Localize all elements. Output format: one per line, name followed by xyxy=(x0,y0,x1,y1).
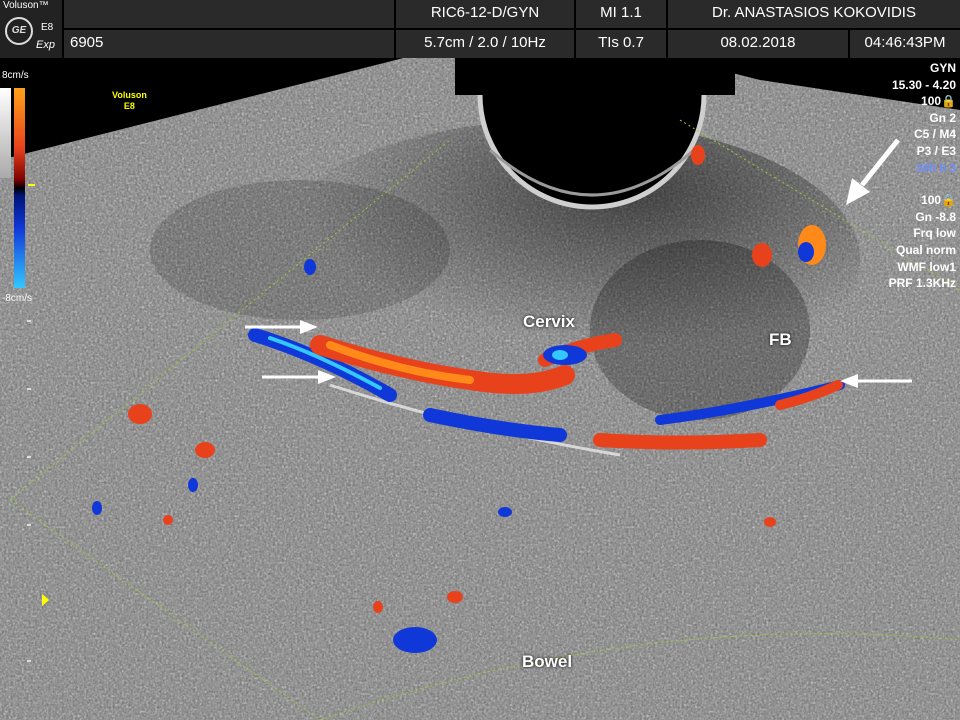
watermark-line1: Voluson xyxy=(112,90,147,100)
baseline-marker xyxy=(28,184,35,186)
preset-label: GYN xyxy=(929,61,956,75)
depth-marker xyxy=(27,320,31,322)
c-m-value: C5 / M4 xyxy=(913,127,956,142)
p-e-value: P3 / E3 xyxy=(916,143,956,158)
voluson-watermark: Voluson E8 xyxy=(112,90,147,112)
physician-name: Dr. ANASTASIOS KOKOVIDIS xyxy=(668,0,960,28)
cf-gain-value: Gn -8.8 xyxy=(915,209,956,224)
velocity-scale-top: 8cm/s xyxy=(2,70,29,81)
label-fb: FB xyxy=(769,330,792,349)
quality-value: Qual norm xyxy=(895,242,956,257)
velocity-scale-bottom: -8cm/s xyxy=(2,293,32,304)
depth-info: 5.7cm / 2.0 / 10Hz xyxy=(396,30,574,58)
mi-value: MI 1.1 xyxy=(576,0,666,28)
velocity-color-bar xyxy=(14,88,25,288)
label-cervix: Cervix xyxy=(523,312,575,331)
patient-id: 6905 xyxy=(64,30,394,58)
depth-marker xyxy=(27,660,31,662)
focus-marker-icon xyxy=(42,594,49,606)
settings-panel: GYN 15.30 - 4.20 100🔒 Gn 2 C5 / M4 P3 / … xyxy=(889,60,956,292)
ge-logo-icon: GE xyxy=(5,17,33,45)
depth-marker xyxy=(27,524,31,526)
brand-name: Voluson™ xyxy=(3,0,49,11)
header-blank xyxy=(64,0,394,28)
prf-value: PRF 1.3KHz xyxy=(888,276,956,291)
tis-value: TIs 0.7 xyxy=(576,30,666,58)
probe-name: RIC6-12-D/GYN xyxy=(396,0,574,28)
wmf-value: WMF low1 xyxy=(897,259,956,274)
depth-marker xyxy=(27,388,31,390)
model-label: E8 xyxy=(41,22,54,33)
watermark-line2: E8 xyxy=(123,101,135,111)
mode-label: Exp xyxy=(36,39,55,51)
depth-marker xyxy=(27,456,31,458)
exam-time: 04:46:43PM xyxy=(850,30,960,58)
exam-date: 08.02.2018 xyxy=(668,30,848,58)
sri-value: SRI II 3 xyxy=(915,160,956,175)
cf-power-value: 100🔒 xyxy=(921,193,956,208)
grey-scale-bar xyxy=(0,88,11,178)
header-bar: Voluson™ GE E8 Exp RIC6-12-D/GYN MI 1.1 … xyxy=(0,0,960,58)
label-bowel: Bowel xyxy=(522,652,573,671)
freq-range: 15.30 - 4.20 xyxy=(891,77,956,92)
frequency-value: Frq low xyxy=(913,226,956,241)
power-value: 100🔒 xyxy=(921,94,956,109)
logo-area: Voluson™ GE E8 Exp xyxy=(0,0,62,58)
gain-value: Gn 2 xyxy=(929,110,956,125)
